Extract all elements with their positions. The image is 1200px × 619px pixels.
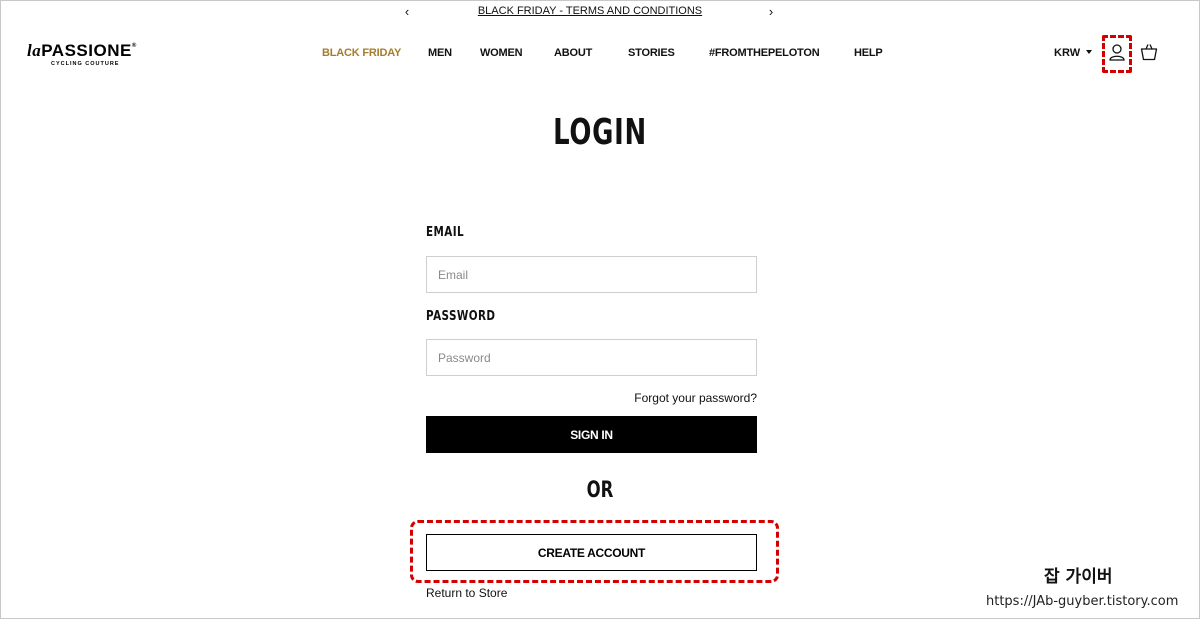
main-nav: BLACK FRIDAY MEN WOMEN ABOUT STORIES #FR…	[0, 47, 1200, 63]
password-label: PASSWORD	[426, 309, 496, 324]
page-title: LOGIN	[553, 112, 647, 153]
chevron-left-icon[interactable]: ‹	[400, 4, 414, 22]
nav-item-fromthepeloton[interactable]: #FROMTHEPELOTON	[709, 47, 820, 59]
caret-down-icon	[1086, 50, 1093, 54]
nav-item-women[interactable]: WOMEN	[480, 47, 523, 59]
chevron-right-icon[interactable]: ›	[764, 4, 778, 22]
or-divider: OR	[586, 478, 614, 503]
currency-label: KRW	[1054, 47, 1081, 59]
password-field[interactable]	[426, 339, 757, 376]
nav-item-help[interactable]: HELP	[854, 47, 883, 59]
email-label: EMAIL	[426, 225, 464, 240]
announcement-bar: ‹ BLACK FRIDAY - TERMS AND CONDITIONS ›	[0, 0, 1200, 26]
watermark-name: 잡 가이버	[1044, 567, 1113, 587]
nav-item-men[interactable]: MEN	[428, 47, 452, 59]
create-account-button[interactable]: CREATE ACCOUNT	[426, 534, 757, 571]
cart-icon[interactable]	[1140, 43, 1158, 61]
watermark-url: https://JAb-guyber.tistory.com	[986, 594, 1179, 609]
sign-in-button[interactable]: SIGN IN	[426, 416, 757, 453]
email-field[interactable]	[426, 256, 757, 293]
announcement-link[interactable]: BLACK FRIDAY - TERMS AND CONDITIONS	[470, 5, 710, 17]
forgot-password-link[interactable]: Forgot your password?	[426, 391, 757, 405]
currency-selector[interactable]: KRW	[1054, 47, 1093, 59]
nav-item-about[interactable]: ABOUT	[554, 47, 592, 59]
nav-item-stories[interactable]: STORIES	[628, 47, 675, 59]
user-icon[interactable]	[1108, 43, 1126, 61]
return-to-store-link[interactable]: Return to Store	[426, 586, 507, 600]
nav-item-black-friday[interactable]: BLACK FRIDAY	[322, 47, 401, 59]
